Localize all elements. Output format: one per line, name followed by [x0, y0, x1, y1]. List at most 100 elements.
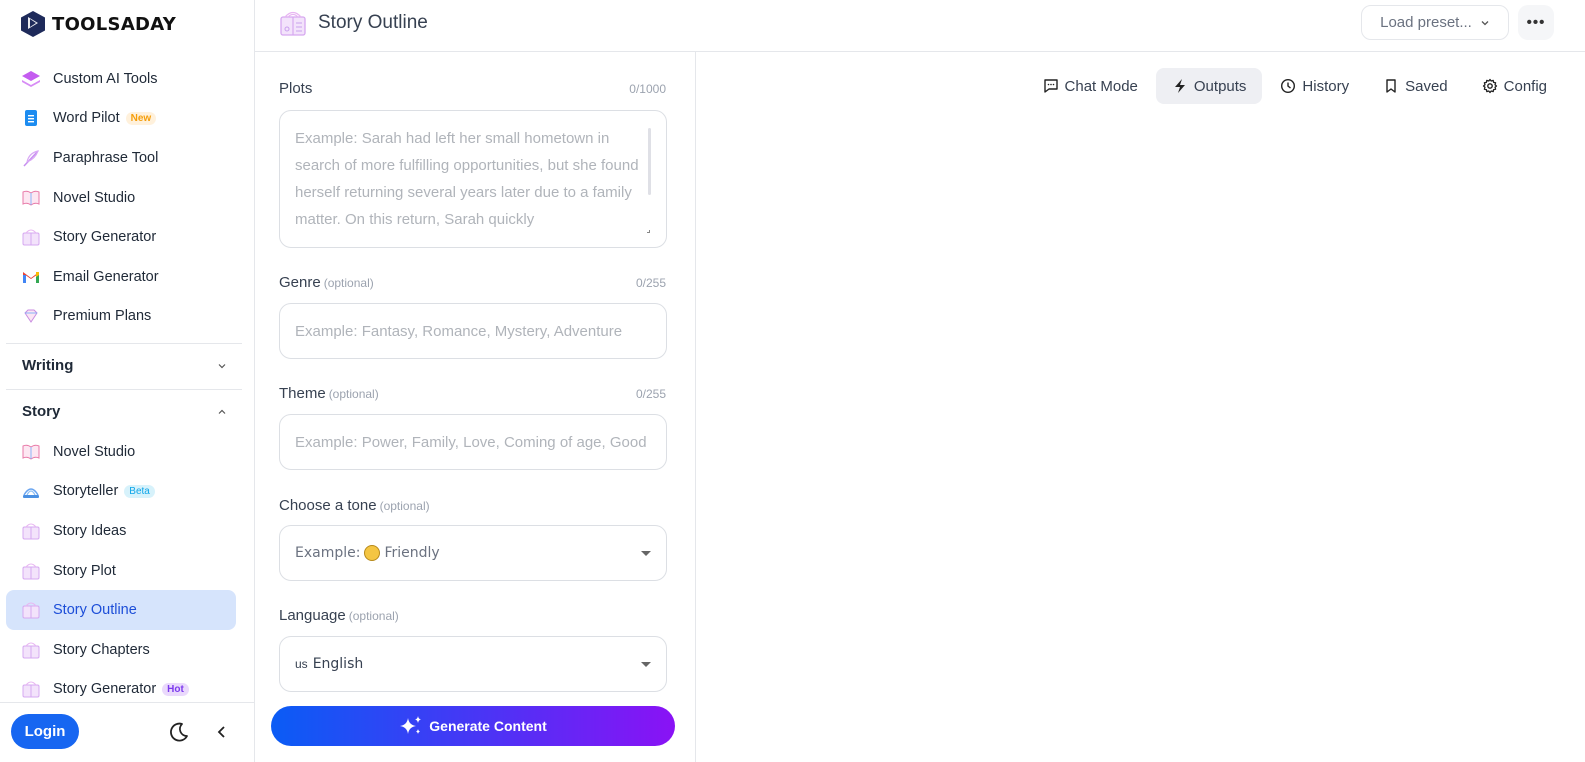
collapse-sidebar-icon[interactable]: [213, 723, 231, 741]
form-panel: Plots 0/1000 Example: Sarah had left her…: [255, 52, 696, 762]
storybook-icon: [21, 600, 41, 620]
dropdown-caret-icon: [641, 551, 651, 556]
load-preset-label: Load preset...: [1380, 14, 1472, 31]
section-title: Writing: [22, 357, 74, 374]
sidebar-footer: Login: [0, 702, 254, 762]
storybook-icon: [280, 11, 306, 36]
book-icon: [21, 442, 41, 462]
sidebar-item-label: Novel Studio: [53, 443, 136, 460]
tone-select[interactable]: Example: Friendly: [279, 525, 667, 581]
optional-hint: (optional): [323, 276, 374, 290]
language-label-text: Language: [279, 607, 346, 624]
sidebar-item-story-generator[interactable]: Story Generator Hot: [6, 670, 236, 702]
chevron-down-icon: [1481, 20, 1489, 25]
storybook-icon: [21, 640, 41, 660]
tab-label: Config: [1503, 77, 1547, 95]
tone-label: Choose a tone (optional): [279, 497, 430, 514]
storyteller-icon: [21, 481, 41, 501]
sidebar-item-novel-studio[interactable]: Novel Studio: [6, 178, 236, 218]
tone-prefix: Example:: [295, 545, 361, 561]
sidebar-item-storyteller[interactable]: Storyteller Beta: [6, 472, 236, 512]
generate-content-button[interactable]: Generate Content: [271, 706, 675, 746]
textarea-scrollbar[interactable]: [648, 128, 651, 195]
sidebar-item-word-pilot[interactable]: Word Pilot New: [6, 99, 236, 139]
sidebar-item-label: Story Chapters: [53, 641, 150, 658]
generate-content-label: Generate Content: [429, 718, 547, 734]
chat-icon: [1043, 79, 1058, 93]
language-value: English: [312, 656, 364, 672]
genre-placeholder: Example: Fantasy, Romance, Mystery, Adve…: [295, 322, 623, 340]
genre-label: Genre (optional): [279, 274, 374, 291]
hot-badge: Hot: [162, 682, 189, 696]
sidebar-item-custom-ai-tools[interactable]: Custom AI Tools: [6, 59, 236, 99]
storybook-icon: [21, 521, 41, 541]
tab-label: History: [1302, 77, 1350, 95]
optional-hint: (optional): [379, 499, 430, 513]
resize-handle[interactable]: [647, 230, 650, 233]
sidebar-item-story-generator[interactable]: Story Generator: [6, 217, 236, 257]
more-options-button[interactable]: •••: [1518, 5, 1554, 40]
sidebar-item-novel-studio[interactable]: Novel Studio: [6, 432, 236, 472]
sidebar-item-paraphrase-tool[interactable]: Paraphrase Tool: [6, 138, 236, 178]
tab-label: Outputs: [1193, 77, 1247, 95]
tab-label: Saved: [1405, 77, 1448, 95]
language-label: Language (optional): [279, 607, 399, 624]
sidebar-item-label: Paraphrase Tool: [53, 149, 159, 166]
gmail-icon: [21, 267, 41, 287]
theme-char-counter: 0/255: [635, 387, 666, 401]
dark-mode-toggle-icon[interactable]: [168, 721, 190, 743]
section-story[interactable]: Story: [22, 403, 227, 420]
sparkles-icon: [400, 716, 422, 734]
sidebar-item-email-generator[interactable]: Email Generator: [6, 257, 236, 297]
sidebar-item-label: Story Ideas: [53, 522, 127, 539]
load-preset-dropdown[interactable]: Load preset...: [1361, 5, 1509, 40]
sidebar-item-label: Story Plot: [53, 562, 116, 579]
sidebar-item-story-chapters[interactable]: Story Chapters: [6, 630, 236, 670]
plots-textarea[interactable]: Example: Sarah had left her small hometo…: [279, 110, 667, 248]
optional-hint: (optional): [348, 609, 399, 623]
sidebar-item-story-plot[interactable]: Story Plot: [6, 551, 236, 591]
tone-value: Friendly: [384, 545, 440, 561]
sidebar-divider: [6, 389, 242, 390]
brand-logo[interactable]: TOOLSADAY: [20, 10, 176, 38]
sidebar-item-label: Story Outline: [53, 602, 137, 619]
tab-chat-mode[interactable]: Chat Mode: [1027, 68, 1154, 104]
tab-config[interactable]: Config: [1466, 68, 1563, 104]
dropdown-caret-icon: [641, 662, 651, 667]
theme-input[interactable]: Example: Power, Family, Love, Coming of …: [279, 414, 667, 470]
section-title: Story: [22, 403, 61, 420]
optional-hint: (optional): [328, 387, 379, 401]
plots-placeholder: Example: Sarah had left her small hometo…: [295, 130, 639, 228]
clock-icon: [1281, 78, 1296, 94]
tab-saved[interactable]: Saved: [1367, 68, 1464, 104]
output-tabs: Chat Mode Outputs History Saved Config: [1027, 68, 1563, 104]
top-header: Story Outline Load preset... •••: [255, 0, 1585, 52]
sidebar-item-story-outline[interactable]: Story Outline: [6, 590, 236, 630]
tab-outputs[interactable]: Outputs: [1155, 68, 1263, 104]
gear-icon: [1482, 78, 1497, 94]
sidebar: TOOLSADAY Custom AI Tools Word Pilot New…: [0, 0, 255, 762]
feather-icon: [21, 148, 41, 168]
theme-label-text: Theme: [279, 385, 326, 402]
lightning-icon: [1174, 79, 1185, 93]
beta-badge: Beta: [124, 484, 155, 498]
plots-label-text: Plots: [279, 80, 313, 97]
chevron-down-icon: [218, 363, 226, 368]
page-title: Story Outline: [318, 12, 428, 33]
sidebar-item-story-ideas[interactable]: Story Ideas: [6, 511, 236, 551]
tab-history[interactable]: History: [1264, 68, 1365, 104]
storybook-icon: [21, 679, 41, 699]
language-select[interactable]: us English: [279, 636, 667, 692]
section-writing[interactable]: Writing: [22, 357, 227, 374]
sidebar-item-label: Email Generator: [53, 268, 159, 285]
sidebar-item-premium-plans[interactable]: Premium Plans: [6, 297, 236, 337]
output-area: Chat Mode Outputs History Saved Config: [696, 52, 1585, 762]
login-button[interactable]: Login: [11, 714, 79, 749]
more-icon: •••: [1526, 14, 1546, 31]
plots-label: Plots: [279, 80, 312, 97]
genre-input[interactable]: Example: Fantasy, Romance, Mystery, Adve…: [279, 303, 667, 359]
plots-char-counter: 0/1000: [629, 82, 666, 96]
sidebar-divider: [6, 343, 242, 344]
sidebar-item-label: Custom AI Tools: [53, 70, 158, 87]
toolsaday-logo-icon: [21, 11, 45, 37]
